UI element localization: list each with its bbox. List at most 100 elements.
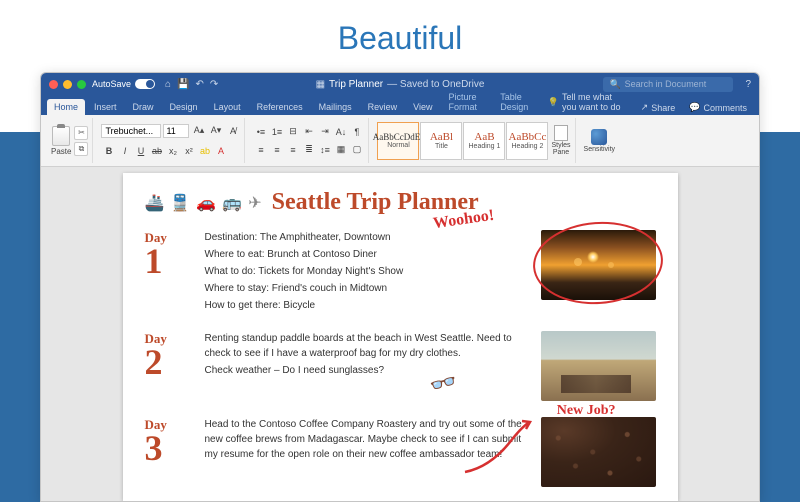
bullets-button[interactable]: •≡ [253,124,268,139]
style-label: Normal [387,142,410,149]
document-title: Seattle Trip Planner [272,189,479,216]
document-name: Trip Planner [329,79,383,90]
tab-picture-format[interactable]: Picture Format [442,89,492,115]
tell-me-label: Tell me what you want to do [562,92,624,112]
share-icon: ↗ [641,102,649,113]
transport-icons: 🚢 🚆 🚗 🚌 ✈ [145,193,262,213]
comments-button[interactable]: 💬Comments [683,100,753,115]
frame-accent-right [760,132,800,502]
underline-button[interactable]: U [133,143,148,158]
window-close[interactable] [49,80,58,89]
align-left-button[interactable]: ≡ [253,142,268,157]
tab-mailings[interactable]: Mailings [312,99,359,115]
day1-image[interactable] [541,230,656,300]
paste-label: Paste [51,147,71,156]
font-size-select[interactable] [163,124,189,138]
day2-image[interactable] [541,331,656,401]
style-preview: AaBbCc [509,131,547,143]
share-label: Share [651,103,675,113]
pilcrow-button[interactable]: ¶ [349,124,364,139]
comments-label: Comments [703,103,747,113]
copy-button[interactable]: ⧉ [74,142,88,156]
italic-button[interactable]: I [117,143,132,158]
sort-button[interactable]: A↓ [333,124,348,139]
style-heading2[interactable]: AaBbCcHeading 2 [506,122,548,160]
strike-button[interactable]: ab [149,143,164,158]
tab-table-design[interactable]: Table Design [493,89,539,115]
styles-gallery[interactable]: AaBbCcDdEeNormal AaBlTitle AaBHeading 1 … [377,122,548,160]
tab-references[interactable]: References [250,99,310,115]
tell-me-search[interactable]: 💡Tell me what you want to do [541,89,631,115]
window-minimize[interactable] [63,80,72,89]
search-icon: 🔍 [609,79,620,90]
shading-button[interactable]: ▦ [333,142,348,157]
titlebar: AutoSave ⌂ 💾 ↶ ↷ ▦ Trip Planner — Saved … [41,73,759,95]
sensitivity-button[interactable]: Sensitivity [584,129,616,153]
window-maximize[interactable] [77,80,86,89]
home-icon[interactable]: ⌂ [165,79,171,90]
cut-button[interactable]: ✂ [74,126,88,140]
styles-pane-button[interactable]: Styles Pane [551,125,570,156]
style-label: Title [435,143,448,150]
highlight-button[interactable]: ab [197,143,212,158]
borders-button[interactable]: ▢ [349,142,364,157]
subscript-button[interactable]: x₂ [165,143,180,158]
sensitivity-label: Sensitivity [584,146,616,153]
search-input[interactable] [625,79,728,89]
line-spacing-button[interactable]: ↕≡ [317,142,332,157]
clear-format-button[interactable]: A̸ [225,123,240,138]
style-title[interactable]: AaBlTitle [420,122,462,160]
car-icon: 🚗 [196,193,216,213]
autosave-label: AutoSave [92,79,131,89]
ship-icon: 🚢 [145,193,165,213]
tab-home[interactable]: Home [47,99,85,115]
decrease-font-button[interactable]: A▾ [208,123,223,138]
frame-accent-left [0,132,40,502]
align-right-button[interactable]: ≡ [285,142,300,157]
ribbon: Paste ✂ ⧉ A▴ A▾ A̸ B I U [41,115,759,167]
toggle-switch-icon [135,79,155,89]
train-icon: 🚆 [170,193,190,213]
font-color-button[interactable]: A [213,143,228,158]
style-label: Heading 2 [512,143,544,150]
ink-circle-annotation [530,218,665,309]
font-family-select[interactable] [101,124,161,138]
document-canvas[interactable]: 🚢 🚆 🚗 🚌 ✈ Seattle Trip Planner Woohoo! D… [41,167,759,501]
day-number: 2 [145,347,189,378]
save-icon[interactable]: 💾 [177,79,189,90]
style-preview: AaBl [430,131,453,143]
hero-title: Beautiful [0,20,800,57]
style-label: Heading 1 [469,143,501,150]
style-normal[interactable]: AaBbCcDdEeNormal [377,122,419,160]
increase-font-button[interactable]: A▴ [191,123,206,138]
tab-layout[interactable]: Layout [207,99,248,115]
redo-icon[interactable]: ↷ [210,79,218,90]
tab-review[interactable]: Review [361,99,405,115]
comment-icon: 💬 [689,102,700,113]
plane-icon: ✈ [248,193,261,213]
tab-insert[interactable]: Insert [87,99,124,115]
justify-button[interactable]: ≣ [301,142,316,157]
bus-icon: 🚌 [222,193,242,213]
style-heading1[interactable]: AaBHeading 1 [463,122,505,160]
ink-sunglasses-drawing: 👓 [427,368,460,400]
share-button[interactable]: ↗Share [635,100,682,115]
align-center-button[interactable]: ≡ [269,142,284,157]
tab-view[interactable]: View [406,99,439,115]
bold-button[interactable]: B [101,143,116,158]
day3-image[interactable] [541,417,656,487]
numbering-button[interactable]: 1≡ [269,124,284,139]
style-preview: AaBbCcDdEe [373,132,425,142]
tab-design[interactable]: Design [163,99,205,115]
lightbulb-icon: 💡 [548,97,559,108]
increase-indent-button[interactable]: ⇥ [317,124,332,139]
paste-button[interactable]: Paste [51,126,71,156]
help-icon[interactable]: ? [745,79,751,90]
decrease-indent-button[interactable]: ⇤ [301,124,316,139]
undo-icon[interactable]: ↶ [196,79,204,90]
superscript-button[interactable]: x² [181,143,196,158]
tab-draw[interactable]: Draw [126,99,161,115]
multilevel-button[interactable]: ⊟ [285,124,300,139]
clipboard-icon [52,126,70,146]
autosave-toggle[interactable]: AutoSave [92,79,155,89]
